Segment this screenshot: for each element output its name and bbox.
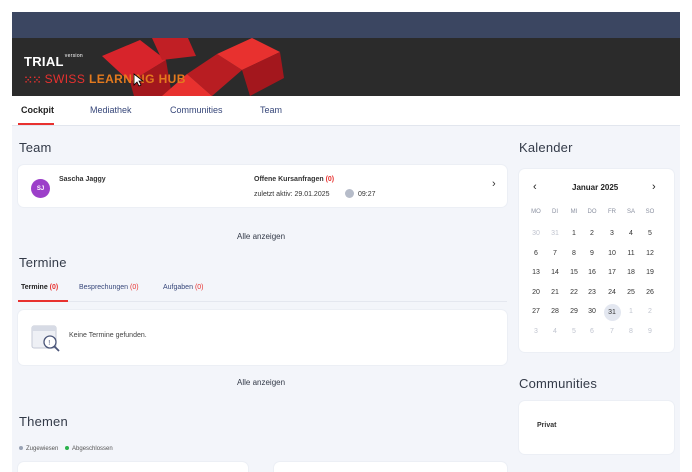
weekday-label: DI <box>552 209 558 215</box>
calendar-day[interactable]: 21 <box>547 286 563 300</box>
clock-icon <box>345 189 354 198</box>
calendar-day[interactable]: 8 <box>566 247 582 261</box>
calendar-day[interactable]: 1 <box>623 305 639 319</box>
calendar-day[interactable]: 17 <box>604 266 620 280</box>
calendar-day[interactable]: 3 <box>604 227 620 241</box>
calendar-day[interactable]: 19 <box>642 266 658 280</box>
calendar-day[interactable]: 9 <box>642 325 658 339</box>
calendar-day[interactable]: 5 <box>566 325 582 339</box>
calendar-day[interactable]: 5 <box>642 227 658 241</box>
calendar-day[interactable]: 7 <box>604 325 620 339</box>
calendar-day[interactable]: 6 <box>584 325 600 339</box>
calendar-day[interactable]: 3 <box>528 325 544 339</box>
app-window: TRIALversion ⁙⁙ SWISS LEARNING HUB Cockpi… <box>12 12 680 472</box>
subtab-besprechungen[interactable]: Besprechungen (0) <box>79 284 139 291</box>
weekday-label: MO <box>531 209 541 215</box>
calendar-day[interactable]: 2 <box>584 227 600 241</box>
termine-show-all-link[interactable]: Alle anzeigen <box>237 378 285 387</box>
calendar-day[interactable]: 4 <box>547 325 563 339</box>
calendar-day[interactable]: 14 <box>547 266 563 280</box>
subtabs-divider <box>18 301 507 302</box>
main-tabs: Cockpit Mediathek Communities Team <box>12 96 680 126</box>
calendar-day[interactable]: 6 <box>528 247 544 261</box>
logo-grid-icon: ⁙⁙ <box>24 75 42 86</box>
calendar-day[interactable]: 24 <box>604 286 620 300</box>
calendar-day[interactable]: 27 <box>528 305 544 319</box>
weekday-label: MI <box>570 209 578 215</box>
prev-month-icon[interactable]: ‹ <box>533 181 537 193</box>
legend-abgeschlossen: Abgeschlossen <box>65 446 113 452</box>
communities-title: Communities <box>519 376 598 391</box>
calendar-day[interactable]: 11 <box>623 247 639 261</box>
calendar-day[interactable]: 16 <box>584 266 600 280</box>
subtab-active-indicator <box>18 300 68 302</box>
team-show-all-link[interactable]: Alle anzeigen <box>237 232 285 241</box>
last-active-time: 09:27 <box>358 191 376 198</box>
calendar-day[interactable]: 25 <box>623 286 639 300</box>
calendar-day[interactable]: 28 <box>547 305 563 319</box>
termine-empty-card: ! Keine Termine gefunden. <box>18 310 507 365</box>
avatar: SJ <box>31 179 50 198</box>
themen-card-2 <box>274 462 507 472</box>
tab-cockpit[interactable]: Cockpit <box>21 105 54 115</box>
last-active: zuletzt aktiv: 29.01.2025 <box>254 191 330 198</box>
team-member-card[interactable]: SJ Sascha Jaggy Offene Kursanfragen (0) … <box>18 165 507 207</box>
calendar-day[interactable]: 30 <box>584 305 600 319</box>
themen-title: Themen <box>19 414 68 429</box>
trial-label: TRIALversion <box>24 53 83 69</box>
calendar-day[interactable]: 30 <box>528 227 544 241</box>
tab-communities[interactable]: Communities <box>170 105 223 115</box>
svg-text:!: ! <box>48 340 50 347</box>
tab-mediathek[interactable]: Mediathek <box>90 105 132 115</box>
chevron-right-icon[interactable]: › <box>492 178 496 190</box>
calendar-day[interactable]: 12 <box>642 247 658 261</box>
calendar-day[interactable]: 15 <box>566 266 582 280</box>
calendar-day[interactable]: 1 <box>566 227 582 241</box>
themen-card-1 <box>18 462 248 472</box>
mouse-cursor-icon <box>133 73 145 87</box>
calendar-day[interactable]: 7 <box>547 247 563 261</box>
weekday-label: FR <box>608 209 616 215</box>
calendar-day[interactable]: 22 <box>566 286 582 300</box>
calendar-day[interactable]: 10 <box>604 247 620 261</box>
calendar-day[interactable]: 4 <box>623 227 639 241</box>
calendar-day[interactable]: 18 <box>623 266 639 280</box>
active-tab-indicator <box>18 123 54 125</box>
subtab-termine[interactable]: Termine (0) <box>21 284 58 291</box>
calendar-day[interactable]: 29 <box>566 305 582 319</box>
calendar-day[interactable]: 31 <box>547 227 563 241</box>
open-requests: Offene Kursanfragen (0) <box>254 176 335 183</box>
tab-team[interactable]: Team <box>260 105 282 115</box>
calendar-day[interactable]: 23 <box>584 286 600 300</box>
legend-zugewiesen: Zugewiesen <box>19 446 58 452</box>
community-item[interactable]: Privat <box>537 422 556 429</box>
decorative-cubes <box>102 38 284 96</box>
calendar-day[interactable]: 26 <box>642 286 658 300</box>
weekday-label: SA <box>626 209 635 215</box>
themen-legend: Zugewiesen Abgeschlossen <box>19 446 113 452</box>
weekday-label: DO <box>587 209 597 215</box>
team-title: Team <box>19 140 52 155</box>
subtab-aufgaben[interactable]: Aufgaben (0) <box>163 284 204 291</box>
empty-message: Keine Termine gefunden. <box>69 332 147 339</box>
calendar-day[interactable]: 9 <box>584 247 600 261</box>
next-month-icon[interactable]: › <box>652 181 656 193</box>
calendar-day[interactable]: 13 <box>528 266 544 280</box>
calendar-month: Januar 2025 <box>572 183 619 192</box>
communities-card[interactable]: Privat <box>519 401 674 454</box>
top-bar <box>12 12 680 38</box>
member-name: Sascha Jaggy <box>59 176 106 183</box>
calendar-card: ‹ Januar 2025 › MO DI MI DO FR SA SO 30 31 1 2 3 4 5 6… <box>519 169 674 352</box>
brand-logo[interactable]: ⁙⁙ SWISS LEARNING HUB <box>24 72 186 86</box>
calendar-day[interactable]: 20 <box>528 286 544 300</box>
termine-title: Termine <box>19 255 67 270</box>
header-banner: TRIALversion ⁙⁙ SWISS LEARNING HUB <box>12 38 680 96</box>
calendar-title: Kalender <box>519 140 573 155</box>
calendar-day[interactable]: 2 <box>642 305 658 319</box>
weekday-label: SO <box>645 209 655 215</box>
calendar-search-icon: ! <box>31 325 60 352</box>
calendar-day-today[interactable]: 31 <box>603 303 621 321</box>
calendar-day[interactable]: 8 <box>623 325 639 339</box>
